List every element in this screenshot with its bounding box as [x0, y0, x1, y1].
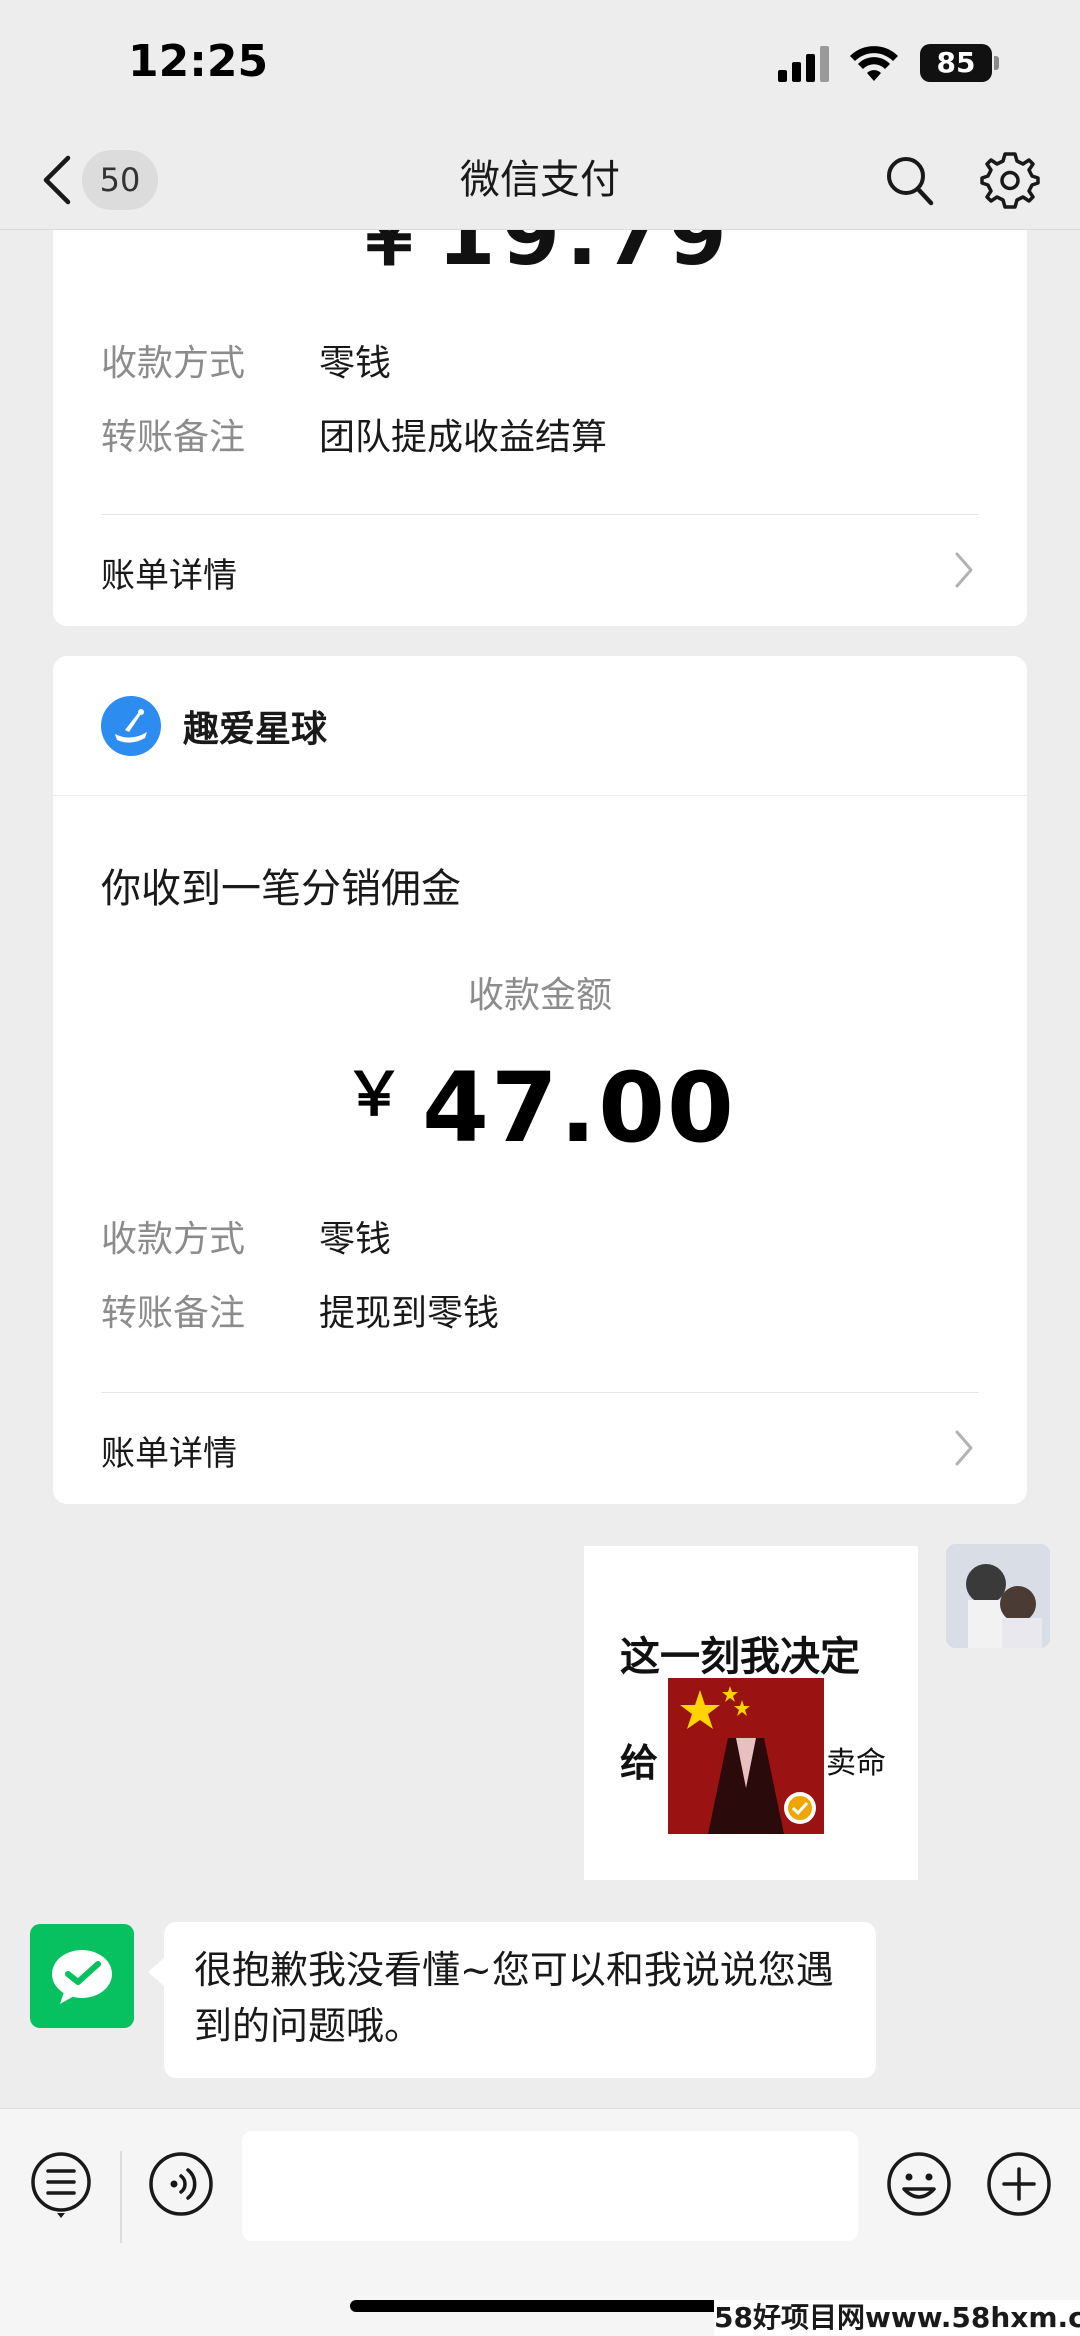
- currency-symbol: ￥: [344, 1060, 405, 1130]
- bot-reply-bubble[interactable]: 很抱歉我没看懂~您可以和我说说您遇到的问题哦。: [148, 1922, 876, 2078]
- chevron-right-icon: [955, 1430, 973, 1466]
- merchant-logo: [101, 696, 161, 756]
- boat-icon: [115, 709, 147, 743]
- sticker-message[interactable]: 这一刻我决定 给 卖命: [584, 1546, 918, 1880]
- back-chevron-icon[interactable]: [40, 154, 74, 206]
- payment-method-label: 收款方式: [101, 1219, 246, 1260]
- payment-card-1: ￥19.79 收款方式 零钱 转账备注 团队提成收益结算 账单详情: [53, 230, 1027, 626]
- bill-details-link[interactable]: 账单详情: [101, 548, 237, 597]
- amount-value: 47.00: [422, 1052, 736, 1164]
- wechat-pay-icon: [52, 1950, 112, 2004]
- bot-reply-text: 很抱歉我没看懂~您可以和我说说您遇到的问题哦。: [194, 1948, 834, 2048]
- home-indicator: [350, 2300, 730, 2312]
- search-icon[interactable]: [884, 152, 936, 208]
- sticker-text-give: 给: [620, 1741, 659, 1785]
- chevron-right-icon: [955, 552, 973, 588]
- notice-title: 你收到一笔分销佣金: [101, 866, 461, 912]
- payment-method-label: 收款方式: [101, 343, 246, 384]
- transfer-note-value: 提现到零钱: [319, 1293, 500, 1334]
- divider: [101, 1392, 979, 1393]
- amount-label: 收款金额: [467, 975, 612, 1016]
- amount-value-partial: ￥19.79: [347, 230, 733, 284]
- payment-card-2: 趣爱星球 你收到一笔分销佣金 收款金额 ￥ 47.00 收款方式 零钱 转账备注 …: [53, 656, 1027, 1504]
- bill-details-link[interactable]: 账单详情: [101, 1426, 237, 1475]
- payment-method-value: 零钱: [319, 1219, 392, 1260]
- gear-icon[interactable]: [980, 150, 1040, 210]
- nav-bar: 50 微信支付: [0, 130, 1080, 230]
- status-bar: 12:25 85: [0, 0, 1080, 130]
- page-title: 微信支付: [460, 157, 620, 203]
- plus-icon[interactable]: [984, 2149, 1054, 2219]
- divider: [101, 514, 979, 515]
- sticker-caption: 这一刻我决定: [620, 1634, 860, 1680]
- emoji-icon[interactable]: [884, 2149, 954, 2219]
- transfer-note-label: 转账备注: [101, 417, 246, 458]
- message-input[interactable]: [242, 2131, 858, 2241]
- battery-level: 85: [920, 44, 992, 82]
- merchant-header[interactable]: 趣爱星球: [53, 656, 1027, 796]
- voice-icon[interactable]: [146, 2149, 216, 2219]
- separator: [120, 2151, 122, 2243]
- transfer-note-value: 团队提成收益结算: [319, 417, 608, 458]
- status-time: 12:25: [128, 36, 269, 87]
- watermark-text: 58好项目网www.58hxm.com: [714, 2300, 1080, 2336]
- menu-icon[interactable]: [26, 2149, 96, 2219]
- sticker-image: [668, 1678, 824, 1834]
- sticker-text-sell: 卖命: [826, 1746, 886, 1781]
- user-avatar[interactable]: [946, 1544, 1050, 1648]
- amount-row: ￥ 47.00: [53, 1046, 1027, 1164]
- cellular-signal-icon: [778, 46, 829, 82]
- wechat-pay-avatar[interactable]: [30, 1924, 134, 2028]
- unread-count-badge[interactable]: 50: [82, 150, 158, 210]
- battery-icon: 85: [920, 44, 1000, 82]
- transfer-note-label: 转账备注: [101, 1293, 246, 1334]
- merchant-name: 趣爱星球: [183, 709, 328, 750]
- payment-method-value: 零钱: [319, 343, 392, 384]
- wifi-icon: [850, 46, 898, 81]
